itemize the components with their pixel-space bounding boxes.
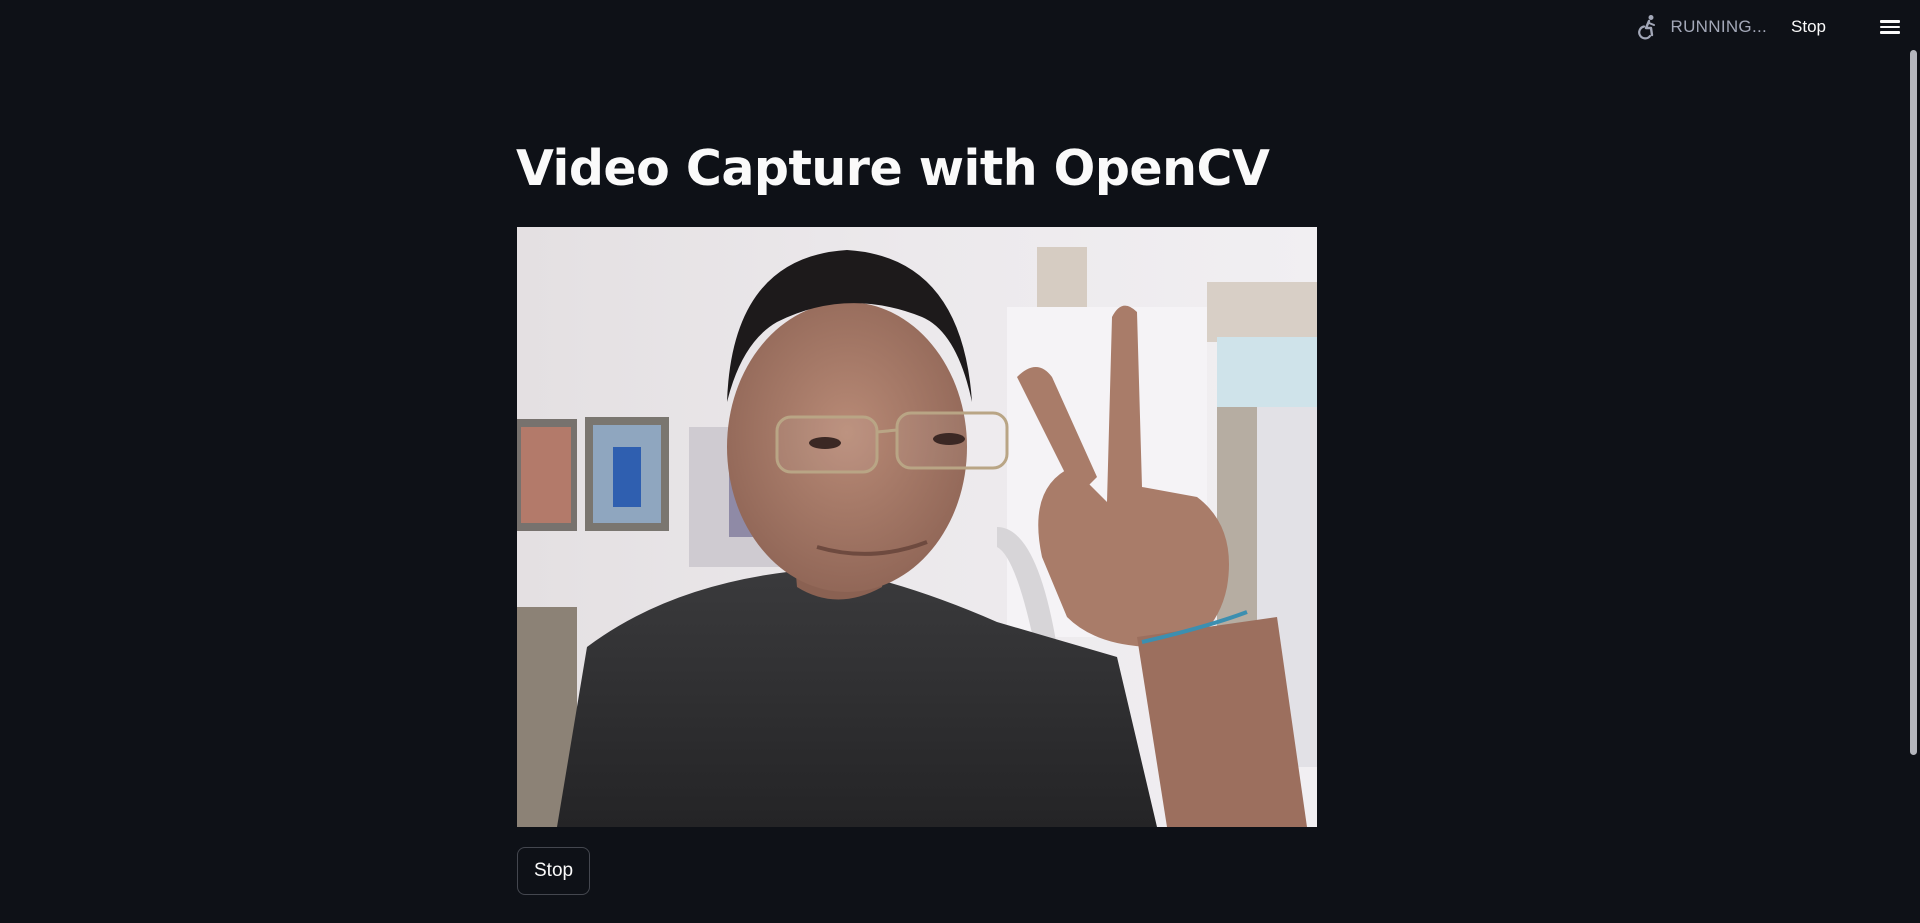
top-toolbar: RUNNING... Stop [0,0,1920,56]
running-person-icon [1635,14,1661,40]
stop-button[interactable]: Stop [517,847,591,895]
page-scrollbar[interactable] [1909,50,1918,755]
page-title: Video Capture with OpenCV [516,140,1270,197]
webcam-image [517,227,1317,827]
scrollbar-thumb[interactable] [1910,50,1917,755]
webcam-video-frame [517,227,1317,827]
running-status-text: RUNNING... [1670,17,1768,36]
header-stop-button[interactable]: Stop [1791,17,1826,37]
running-status: RUNNING... Stop [1635,12,1826,42]
hamburger-menu-icon[interactable] [1878,16,1902,38]
